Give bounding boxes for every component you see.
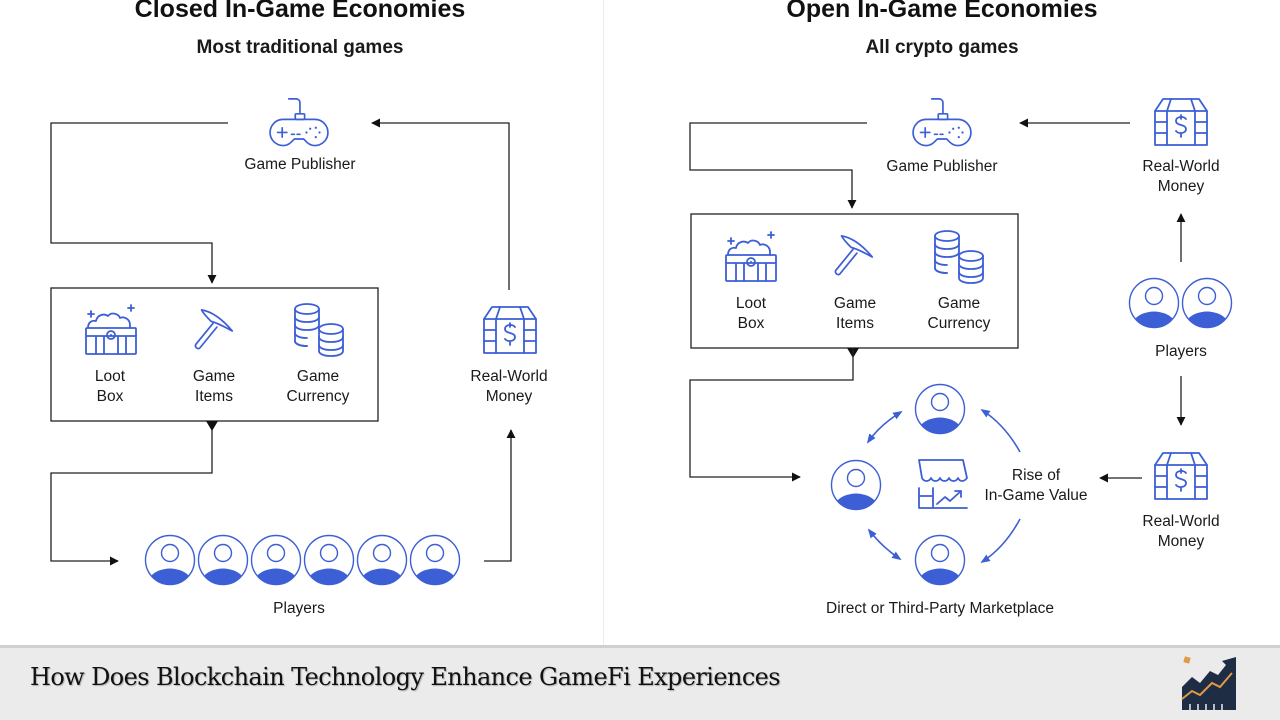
right-item-game-items: Game Items [815,294,895,334]
item-line1: Game [833,295,877,312]
item-line1: Loot [94,368,126,385]
left-item-game-currency: Game Currency [268,367,368,407]
item-line2: Currency [927,315,991,332]
left-money-icon [483,306,537,354]
item-line2: Currency [286,388,350,405]
item-line2: Items [836,315,874,332]
item-line2: Box [737,315,765,332]
money-line1: Real-World [470,368,548,385]
left-gamepad-icon [269,97,329,147]
right-money-top-label: Real-World Money [1126,157,1236,197]
money-line1: Real-World [1142,513,1220,530]
item-line2: Items [195,388,233,405]
left-loot-box-icon [85,304,137,355]
player-avatar-icon [144,534,196,586]
left-coins-icon [294,303,344,357]
money-line2: Money [1157,178,1205,195]
growth-chart-logo-icon [1178,655,1240,711]
item-line1: Game [192,368,236,385]
right-money-bottom-icon [1154,452,1208,500]
left-publisher-label: Game Publisher [244,156,356,173]
left-item-game-items: Game Items [174,367,254,407]
right-players-label: Players [1155,343,1207,360]
right-pickaxe-icon [834,234,874,276]
player-avatar-icon [1181,277,1233,329]
market-player-top-icon [914,383,966,435]
left-players-group [144,534,461,586]
player-avatar-icon [197,534,249,586]
marketplace-label: Direct or Third-Party Marketplace [826,600,1054,617]
market-player-left-icon [830,459,882,511]
left-players-label: Players [273,600,325,617]
rise-of-value-label: Rise of In-Game Value [972,466,1100,506]
item-line1: Loot [735,295,767,312]
right-money-top-icon [1154,98,1208,146]
right-coins-icon [934,230,984,284]
right-item-loot-box: Loot Box [711,294,791,334]
right-item-game-currency: Game Currency [909,294,1009,334]
marketplace-store-icon [918,459,968,509]
right-loot-box-icon [725,231,777,282]
right-players-group [1128,277,1233,329]
player-avatar-icon [1128,277,1180,329]
player-avatar-icon [409,534,461,586]
player-avatar-icon [303,534,355,586]
value-line2: In-Game Value [984,487,1088,504]
footer-title: How Does Blockchain Technology Enhance G… [30,663,781,691]
money-line2: Money [1157,533,1205,550]
item-line1: Game [296,368,340,385]
right-publisher-label: Game Publisher [886,158,998,175]
right-money-bottom-label: Real-World Money [1126,512,1236,552]
player-avatar-icon [356,534,408,586]
diagram-canvas [50,97,1233,586]
market-player-bottom-icon [914,534,966,586]
left-pickaxe-icon [194,308,234,350]
item-line2: Box [96,388,124,405]
value-line1: Rise of [1011,467,1061,484]
left-item-loot-box: Loot Box [70,367,150,407]
money-line2: Money [485,388,533,405]
left-flow-lines [50,118,516,566]
item-line1: Game [937,295,981,312]
player-avatar-icon [250,534,302,586]
money-line1: Real-World [1142,158,1220,175]
right-gamepad-icon [912,97,972,147]
left-money-label: Real-World Money [454,367,564,407]
